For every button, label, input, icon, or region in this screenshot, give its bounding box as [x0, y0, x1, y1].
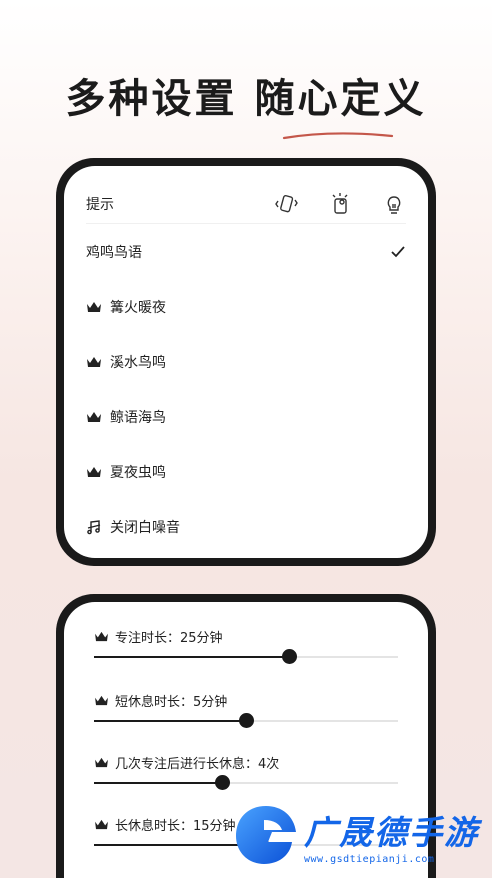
crown-icon [95, 757, 108, 767]
watermark-title: 广晟德手游 [304, 813, 479, 852]
site-watermark: 广晟德手游 www.gsdtiepianji.com [230, 798, 492, 878]
setting-label: 专注时长：25分钟 [115, 630, 223, 646]
sound-label: 鲸语海鸟 [110, 409, 166, 426]
crown-icon [87, 411, 101, 422]
slider-fill [94, 720, 246, 722]
crown-icon [95, 819, 108, 829]
watermark-logo [236, 806, 296, 864]
sound-item-gouhuo[interactable]: 篝火暖夜 [86, 279, 406, 334]
checkmark-icon [391, 245, 405, 257]
setting-label: 短休息时长：5分钟 [115, 694, 228, 710]
tips-label: 提示 [86, 196, 114, 213]
sound-item-off[interactable]: 关闭白噪音 [86, 499, 406, 554]
phone-frame-sounds: 提示 鸡鸣鸟语 篝火暖夜 溪水鸟鸣 鲸语海鸟 夏夜虫鸣 关闭白噪音 [56, 158, 436, 566]
sound-label: 关闭白噪音 [110, 519, 180, 536]
slider-thumb[interactable] [281, 649, 297, 664]
setting-label: 几次专注后进行长休息：4次 [115, 756, 280, 772]
decorative-brush-stroke [282, 132, 394, 140]
page-headline: 多种设置 随心定义 [65, 76, 427, 122]
short-break-setting: 短休息时长：5分钟 [94, 690, 398, 728]
slider-fill [94, 782, 222, 784]
slider-thumb[interactable] [239, 713, 254, 728]
music-off-icon [87, 519, 101, 534]
sound-label: 鸡鸣鸟语 [86, 244, 142, 261]
setting-label: 长休息时长：15分钟 [115, 818, 236, 834]
focus-duration-slider[interactable] [94, 649, 398, 664]
slider-thumb[interactable] [214, 775, 230, 790]
sound-label: 篝火暖夜 [110, 299, 166, 316]
white-noise-list: 鸡鸣鸟语 篝火暖夜 溪水鸟鸣 鲸语海鸟 夏夜虫鸣 关闭白噪音 [86, 224, 406, 554]
tips-row: 提示 [86, 184, 406, 224]
bulb-icon[interactable] [382, 192, 406, 216]
vibrate-phone-icon[interactable] [274, 192, 298, 216]
crown-icon [87, 301, 101, 312]
crown-icon [95, 631, 108, 641]
sound-item-xishui[interactable]: 溪水鸟鸣 [86, 334, 406, 389]
watermark-url: www.gsdtiepianji.com [304, 854, 435, 865]
flash-phone-icon[interactable] [328, 192, 352, 216]
crown-icon [95, 695, 108, 705]
sound-label: 夏夜虫鸣 [110, 464, 166, 481]
tip-mode-icons [274, 192, 406, 216]
slider-fill [94, 656, 289, 658]
long-break-interval-slider[interactable] [94, 775, 398, 790]
sound-settings-screen: 提示 鸡鸣鸟语 篝火暖夜 溪水鸟鸣 鲸语海鸟 夏夜虫鸣 关闭白噪音 [64, 166, 428, 558]
sound-item-jiming[interactable]: 鸡鸣鸟语 [86, 224, 406, 279]
crown-icon [87, 466, 101, 477]
long-break-interval-setting: 几次专注后进行长休息：4次 [94, 752, 398, 790]
sound-label: 溪水鸟鸣 [110, 354, 166, 371]
sound-item-jingyu[interactable]: 鲸语海鸟 [86, 389, 406, 444]
crown-icon [87, 356, 101, 367]
focus-duration-setting: 专注时长：25分钟 [94, 626, 398, 664]
short-break-slider[interactable] [94, 713, 398, 728]
sound-item-xiaye[interactable]: 夏夜虫鸣 [86, 444, 406, 499]
